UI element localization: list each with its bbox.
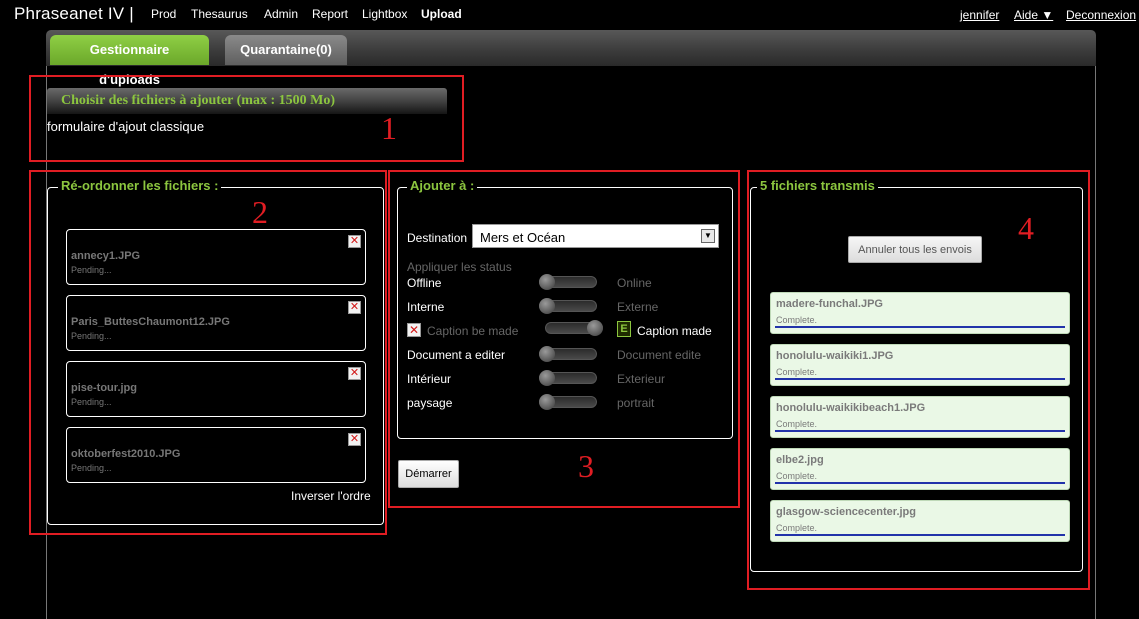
file-name: elbe2.jpg: [776, 454, 824, 466]
slider-knob[interactable]: [539, 370, 555, 386]
pending-file-card[interactable]: ✕ pise-tour.jpg Pending...: [66, 361, 366, 417]
destination-select[interactable]: Mers et Océan ▼: [472, 224, 719, 248]
status-toggle-slider[interactable]: [539, 274, 597, 290]
file-status: Complete.: [776, 523, 818, 533]
status-left-label: Document a editer: [407, 348, 506, 362]
status-right-label: portrait: [617, 396, 655, 410]
status-toggle-slider[interactable]: [539, 370, 597, 386]
status-toggle-slider[interactable]: [545, 320, 603, 336]
file-status: Pending...: [71, 463, 112, 473]
transmitted-file-card: honolulu-waikiki1.JPG Complete.: [770, 344, 1070, 386]
file-status: Pending...: [71, 397, 112, 407]
file-status: Complete.: [776, 367, 818, 377]
transmitted-file-card: honolulu-waikikibeach1.JPG Complete.: [770, 396, 1070, 438]
annotation-label-3: 3: [578, 448, 594, 484]
destination-label: Destination: [407, 231, 468, 245]
cancel-all-uploads-button[interactable]: Annuler tous les envois: [848, 236, 982, 263]
nav-prod[interactable]: Prod: [151, 7, 176, 21]
file-name: honolulu-waikiki1.JPG: [776, 350, 894, 362]
file-name: Paris_ButtesChaumont12.JPG: [71, 316, 230, 328]
slider-knob[interactable]: [539, 274, 555, 290]
logout-link[interactable]: Deconnexion: [1066, 8, 1136, 22]
transmitted-file-card: elbe2.jpg Complete.: [770, 448, 1070, 490]
status-right-label: Caption made: [637, 324, 712, 338]
app-brand: Phraseanet IV |: [14, 4, 134, 23]
add-to-legend: Ajouter à :: [407, 178, 478, 193]
file-status: Pending...: [71, 265, 112, 275]
status-left-label: Intérieur: [407, 372, 452, 386]
nav-admin[interactable]: Admin: [264, 7, 298, 21]
status-right-label: Online: [617, 276, 652, 290]
file-status: Complete.: [776, 315, 818, 325]
tab-quarantine[interactable]: Quarantaine(0): [225, 35, 347, 65]
apply-status-label: Appliquer les status: [407, 260, 512, 274]
remove-file-icon[interactable]: ✕: [348, 367, 361, 380]
slider-knob[interactable]: [539, 394, 555, 410]
file-status: Complete.: [776, 419, 818, 429]
help-menu[interactable]: Aide ▼: [1014, 8, 1053, 22]
slider-knob[interactable]: [539, 346, 555, 362]
upload-progress-bar: [775, 430, 1065, 432]
status-toggle-slider[interactable]: [539, 394, 597, 410]
status-toggle-slider[interactable]: [539, 346, 597, 362]
nav-thesaurus[interactable]: Thesaurus: [191, 7, 248, 21]
annotation-label-1: 1: [381, 110, 397, 146]
status-left-label: Offline: [407, 276, 442, 290]
slider-knob[interactable]: [587, 320, 603, 336]
file-name: annecy1.JPG: [71, 250, 141, 262]
file-name: glasgow-sciencecenter.jpg: [776, 506, 916, 518]
choose-files-button[interactable]: Choisir des fichiers à ajouter (max : 15…: [47, 88, 447, 114]
status-right-label: Externe: [617, 300, 659, 314]
status-right-label: Exterieur: [617, 372, 666, 386]
remove-file-icon[interactable]: ✕: [348, 433, 361, 446]
upload-progress-bar: [775, 326, 1065, 328]
pending-file-card[interactable]: ✕ Paris_ButtesChaumont12.JPG Pending...: [66, 295, 366, 351]
transmitted-file-card: glasgow-sciencecenter.jpg Complete.: [770, 500, 1070, 542]
tab-upload-manager[interactable]: Gestionnaire d'uploads: [50, 35, 209, 87]
status-right-label: Document edite: [617, 348, 702, 362]
destination-value: Mers et Océan: [480, 230, 566, 245]
remove-file-icon[interactable]: ✕: [348, 301, 361, 314]
pending-file-card[interactable]: ✕ oktoberfest2010.JPG Pending...: [66, 427, 366, 483]
reorder-legend: Ré-ordonner les fichiers :: [58, 178, 222, 193]
caption-made-icon: E: [617, 321, 631, 337]
file-status: Pending...: [71, 331, 112, 341]
start-button[interactable]: Démarrer: [398, 460, 459, 488]
transmitted-legend: 5 fichiers transmis: [757, 178, 878, 193]
invert-order-link[interactable]: Inverser l'ordre: [291, 489, 371, 503]
status-left-label: Interne: [407, 300, 445, 314]
upload-progress-bar: [775, 482, 1065, 484]
file-name: madere-funchal.JPG: [776, 298, 883, 310]
transmitted-file-card: madere-funchal.JPG Complete.: [770, 292, 1070, 334]
remove-file-icon[interactable]: ✕: [348, 235, 361, 248]
classic-form-link[interactable]: formulaire d'ajout classique: [47, 119, 204, 134]
status-toggle-slider[interactable]: [539, 298, 597, 314]
content-frame-right: [1095, 66, 1096, 619]
nav-lightbox[interactable]: Lightbox: [362, 7, 407, 21]
nav-report[interactable]: Report: [312, 7, 348, 21]
file-name: pise-tour.jpg: [71, 382, 137, 394]
file-status: Complete.: [776, 471, 818, 481]
chevron-down-icon: ▼: [701, 229, 715, 243]
pending-file-card[interactable]: ✕ annecy1.JPG Pending...: [66, 229, 366, 285]
user-link[interactable]: jennifer: [960, 8, 999, 22]
caption-pending-icon: ✕: [407, 323, 421, 337]
status-left-label: Caption be made: [427, 324, 519, 338]
upload-progress-bar: [775, 378, 1065, 380]
file-name: oktoberfest2010.JPG: [71, 448, 181, 460]
nav-upload[interactable]: Upload: [421, 7, 462, 21]
file-name: honolulu-waikikibeach1.JPG: [776, 402, 926, 414]
slider-knob[interactable]: [539, 298, 555, 314]
status-left-label: paysage: [407, 396, 453, 410]
upload-progress-bar: [775, 534, 1065, 536]
